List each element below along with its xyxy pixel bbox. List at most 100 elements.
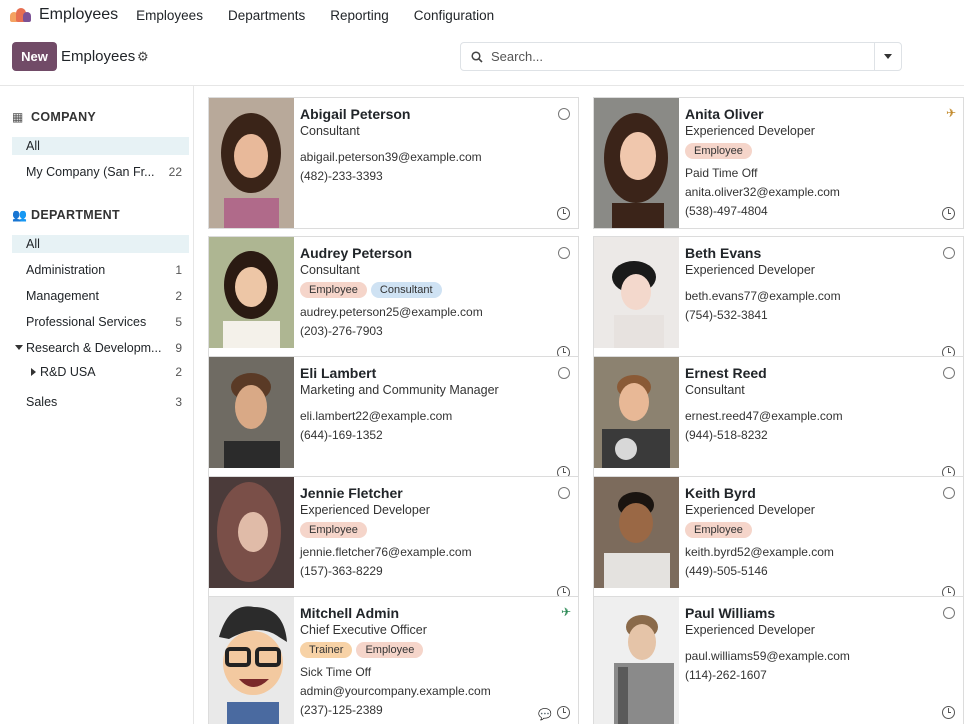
clock-icon[interactable] [557, 207, 570, 220]
new-button[interactable]: New [12, 42, 57, 71]
employee-phone: (449)-505-5146 [685, 564, 768, 578]
tag-employee: Employee [300, 282, 367, 298]
employee-card[interactable]: Audrey Peterson Consultant Employee Cons… [208, 236, 579, 368]
status-circle-icon [558, 487, 570, 499]
employee-card[interactable]: Jennie Fletcher Experienced Developer Em… [208, 476, 579, 608]
breadcrumb: Employees [61, 48, 136, 65]
employee-name: Jennie Fletcher [300, 485, 403, 501]
time-off-status: Paid Time Off [685, 166, 758, 180]
employee-card[interactable]: Eli Lambert Marketing and Community Mana… [208, 356, 579, 488]
employee-email: jennie.fletcher76@example.com [300, 545, 472, 559]
sidebar-item-department-all[interactable]: All [12, 235, 189, 253]
sidebar-item-rd-usa[interactable]: R&D USA 2 [12, 363, 189, 381]
employee-email: abigail.peterson39@example.com [300, 150, 482, 164]
sidebar-item-administration[interactable]: Administration 1 [12, 261, 189, 279]
employee-job-title: Experienced Developer [685, 263, 815, 277]
caret-down-icon[interactable] [15, 345, 23, 350]
sidebar-item-management[interactable]: Management 2 [12, 287, 189, 305]
employee-photo [209, 597, 294, 724]
clock-icon[interactable] [942, 207, 955, 220]
app-name[interactable]: Employees [39, 6, 118, 24]
employee-photo [594, 477, 679, 588]
employee-name: Ernest Reed [685, 365, 767, 381]
employee-card[interactable]: Abigail Peterson Consultant abigail.pete… [208, 97, 579, 229]
employee-name: Abigail Peterson [300, 106, 411, 122]
employee-phone: (644)-169-1352 [300, 428, 383, 442]
gear-icon[interactable]: ⚙ [137, 49, 149, 65]
employee-photo [209, 357, 294, 468]
employee-phone: (203)-276-7903 [300, 324, 383, 338]
employees-app-icon[interactable] [10, 6, 32, 24]
status-circle-icon [943, 247, 955, 259]
employee-job-title: Consultant [300, 263, 360, 277]
sidebar-item-company-all[interactable]: All [12, 137, 189, 155]
employee-card[interactable]: Beth Evans Experienced Developer beth.ev… [593, 236, 964, 368]
chat-icon[interactable]: 💬 [538, 708, 552, 721]
top-navbar: Employees Employees Departments Reportin… [0, 0, 964, 30]
employee-job-title: Consultant [300, 124, 360, 138]
employee-tags: Employee [685, 522, 752, 538]
status-circle-icon [558, 108, 570, 120]
employee-phone: (944)-518-8232 [685, 428, 768, 442]
employee-email: paul.williams59@example.com [685, 649, 850, 663]
clock-icon[interactable] [557, 706, 570, 719]
employee-tags: Employee [300, 522, 367, 538]
search-options-toggle[interactable] [874, 43, 901, 70]
sidebar-item-sales[interactable]: Sales 3 [12, 393, 189, 411]
search-input[interactable]: Search... [491, 49, 543, 64]
sidebar-item-research-development[interactable]: Research & Developm... 9 [12, 339, 189, 357]
menu-configuration[interactable]: Configuration [414, 8, 494, 23]
company-header: ▦ COMPANY [12, 110, 97, 124]
clock-icon[interactable] [942, 706, 955, 719]
control-panel: New Employees ⚙ Search... [0, 40, 964, 74]
employee-name: Paul Williams [685, 605, 776, 621]
employee-card[interactable]: Ernest Reed Consultant ernest.reed47@exa… [593, 356, 964, 488]
employee-phone: (114)-262-1607 [685, 668, 767, 682]
status-circle-icon [558, 247, 570, 259]
employee-name: Mitchell Admin [300, 605, 400, 621]
employee-name: Keith Byrd [685, 485, 756, 501]
employee-photo [594, 597, 679, 724]
sidebar-item-professional-services[interactable]: Professional Services 5 [12, 313, 189, 331]
department-header: 👥 DEPARTMENT [12, 208, 120, 222]
employee-job-title: Experienced Developer [685, 124, 815, 138]
employee-job-title: Experienced Developer [300, 503, 430, 517]
status-circle-icon [943, 367, 955, 379]
users-icon: 👥 [12, 208, 28, 222]
employee-email: eli.lambert22@example.com [300, 409, 453, 423]
employee-job-title: Experienced Developer [685, 503, 815, 517]
employee-photo [209, 477, 294, 588]
employee-card[interactable]: Mitchell Admin Chief Executive Officer T… [208, 596, 579, 724]
status-circle-icon [943, 487, 955, 499]
plane-icon: ✈ [945, 106, 956, 120]
time-off-status: Sick Time Off [300, 665, 372, 679]
status-circle-icon [558, 367, 570, 379]
sidebar-item-my-company[interactable]: My Company (San Fr... 22 [12, 163, 189, 181]
employee-card[interactable]: Anita Oliver Experienced Developer Emplo… [593, 97, 964, 229]
search-panel-sidebar: ▦ COMPANY All My Company (San Fr... 22 👥… [0, 86, 194, 724]
employee-email: admin@yourcompany.example.com [300, 684, 491, 698]
employee-name: Audrey Peterson [300, 245, 413, 261]
employee-email: anita.oliver32@example.com [685, 185, 840, 199]
employee-phone: (754)-532-3841 [685, 308, 768, 322]
employee-photo [209, 237, 294, 348]
status-circle-icon [943, 607, 955, 619]
caret-right-icon[interactable] [31, 368, 36, 376]
menu-departments[interactable]: Departments [228, 8, 305, 23]
menu-employees[interactable]: Employees [136, 8, 203, 23]
menu-reporting[interactable]: Reporting [330, 8, 389, 23]
tag-employee: Employee [685, 143, 752, 159]
search-icon [471, 50, 483, 63]
tag-employee: Employee [685, 522, 752, 538]
employee-job-title: Chief Executive Officer [300, 623, 427, 637]
search-bar[interactable]: Search... [460, 42, 902, 71]
employee-phone: (237)-125-2389 [300, 703, 383, 717]
employee-email: ernest.reed47@example.com [685, 409, 843, 423]
employee-tags: Trainer Employee [300, 642, 424, 658]
employee-card[interactable]: Keith Byrd Experienced Developer Employe… [593, 476, 964, 608]
employee-email: keith.byrd52@example.com [685, 545, 834, 559]
tag-consultant: Consultant [370, 282, 442, 298]
employee-card[interactable]: Paul Williams Experienced Developer paul… [593, 596, 964, 724]
employee-job-title: Experienced Developer [685, 623, 815, 637]
employee-phone: (538)-497-4804 [685, 204, 768, 218]
